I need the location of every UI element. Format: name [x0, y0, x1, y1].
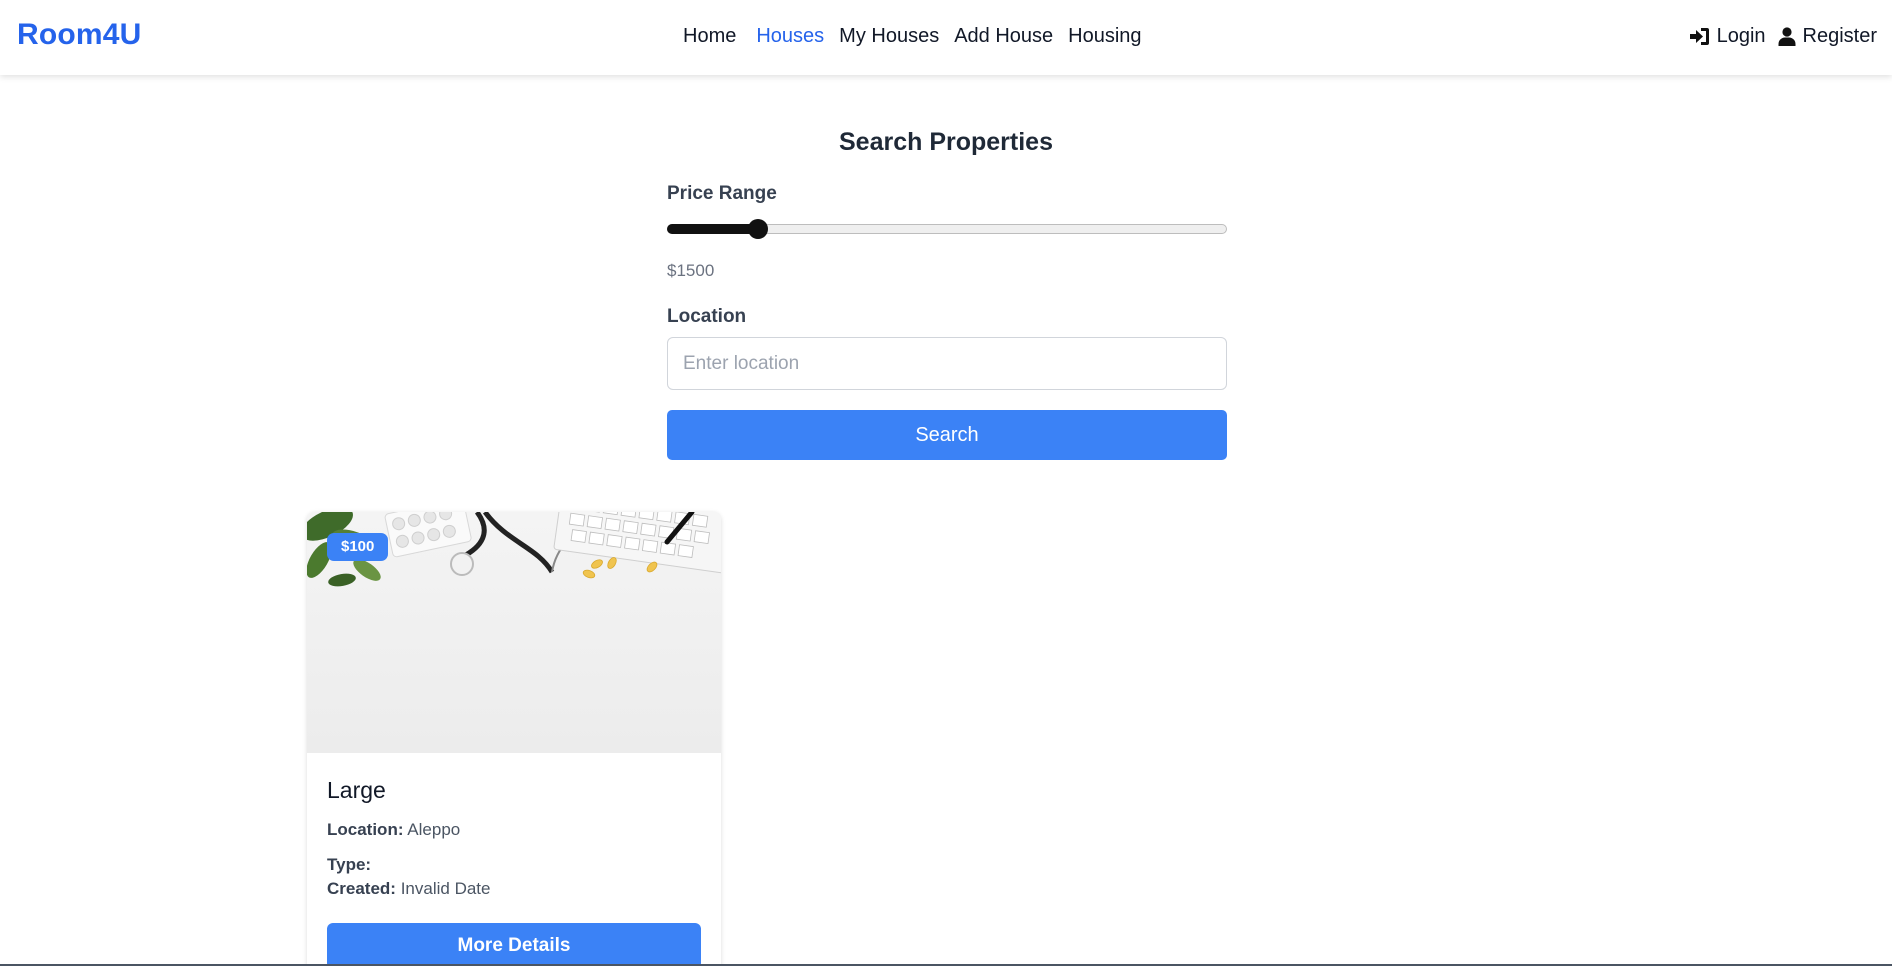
brand-logo[interactable]: Room4U: [17, 18, 142, 52]
listing-created-label: Created:: [327, 879, 396, 898]
nav-link-home[interactable]: Home: [683, 22, 736, 50]
register-label: Register: [1802, 25, 1877, 47]
listing-location-value: Aleppo: [407, 820, 461, 839]
listing-title: Large: [327, 777, 386, 803]
price-badge: $100: [327, 533, 389, 561]
price-range-slider[interactable]: [667, 218, 1227, 240]
price-range-label: Price Range: [667, 183, 777, 204]
price-range-fill: [667, 224, 758, 234]
listing-created: Created: Invalid Date: [327, 877, 701, 901]
auth-links: Login Register: [1689, 22, 1877, 50]
location-label: Location: [667, 306, 747, 327]
user-icon: [1778, 26, 1796, 46]
listing-body: Large Location: Aleppo Type: Created: In…: [327, 777, 701, 901]
listing-image: $100: [307, 512, 721, 753]
nav-link-my-houses[interactable]: My Houses: [839, 22, 939, 50]
search-form: Price Range $1500 Location Search: [667, 183, 1227, 460]
login-link[interactable]: Login: [1689, 22, 1766, 50]
location-input[interactable]: [667, 337, 1227, 390]
nav-link-add-house[interactable]: Add House: [954, 22, 1053, 50]
nav-link-houses[interactable]: Houses: [756, 22, 824, 50]
price-range-value: $1500: [667, 261, 715, 280]
listing-location: Location: Aleppo: [327, 818, 701, 842]
main-nav: Home Houses My Houses Add House Housing: [683, 22, 1157, 50]
sign-in-icon: [1689, 27, 1710, 46]
listing-card: $100 Large Location: Aleppo Type: Create…: [307, 512, 721, 966]
listing-type: Type:: [327, 853, 701, 877]
navbar: Room4U Home Houses My Houses Add House H…: [0, 0, 1892, 75]
listing-type-label: Type:: [327, 855, 372, 874]
listing-location-label: Location:: [327, 820, 404, 839]
listing-created-value: Invalid Date: [400, 879, 491, 898]
price-range-thumb[interactable]: [748, 219, 768, 239]
nav-link-housing[interactable]: Housing: [1068, 22, 1141, 50]
login-label: Login: [1716, 25, 1766, 47]
search-title: Search Properties: [839, 128, 1053, 156]
register-link[interactable]: Register: [1778, 22, 1877, 50]
more-details-button[interactable]: More Details: [327, 923, 701, 966]
search-button[interactable]: Search: [667, 410, 1227, 460]
